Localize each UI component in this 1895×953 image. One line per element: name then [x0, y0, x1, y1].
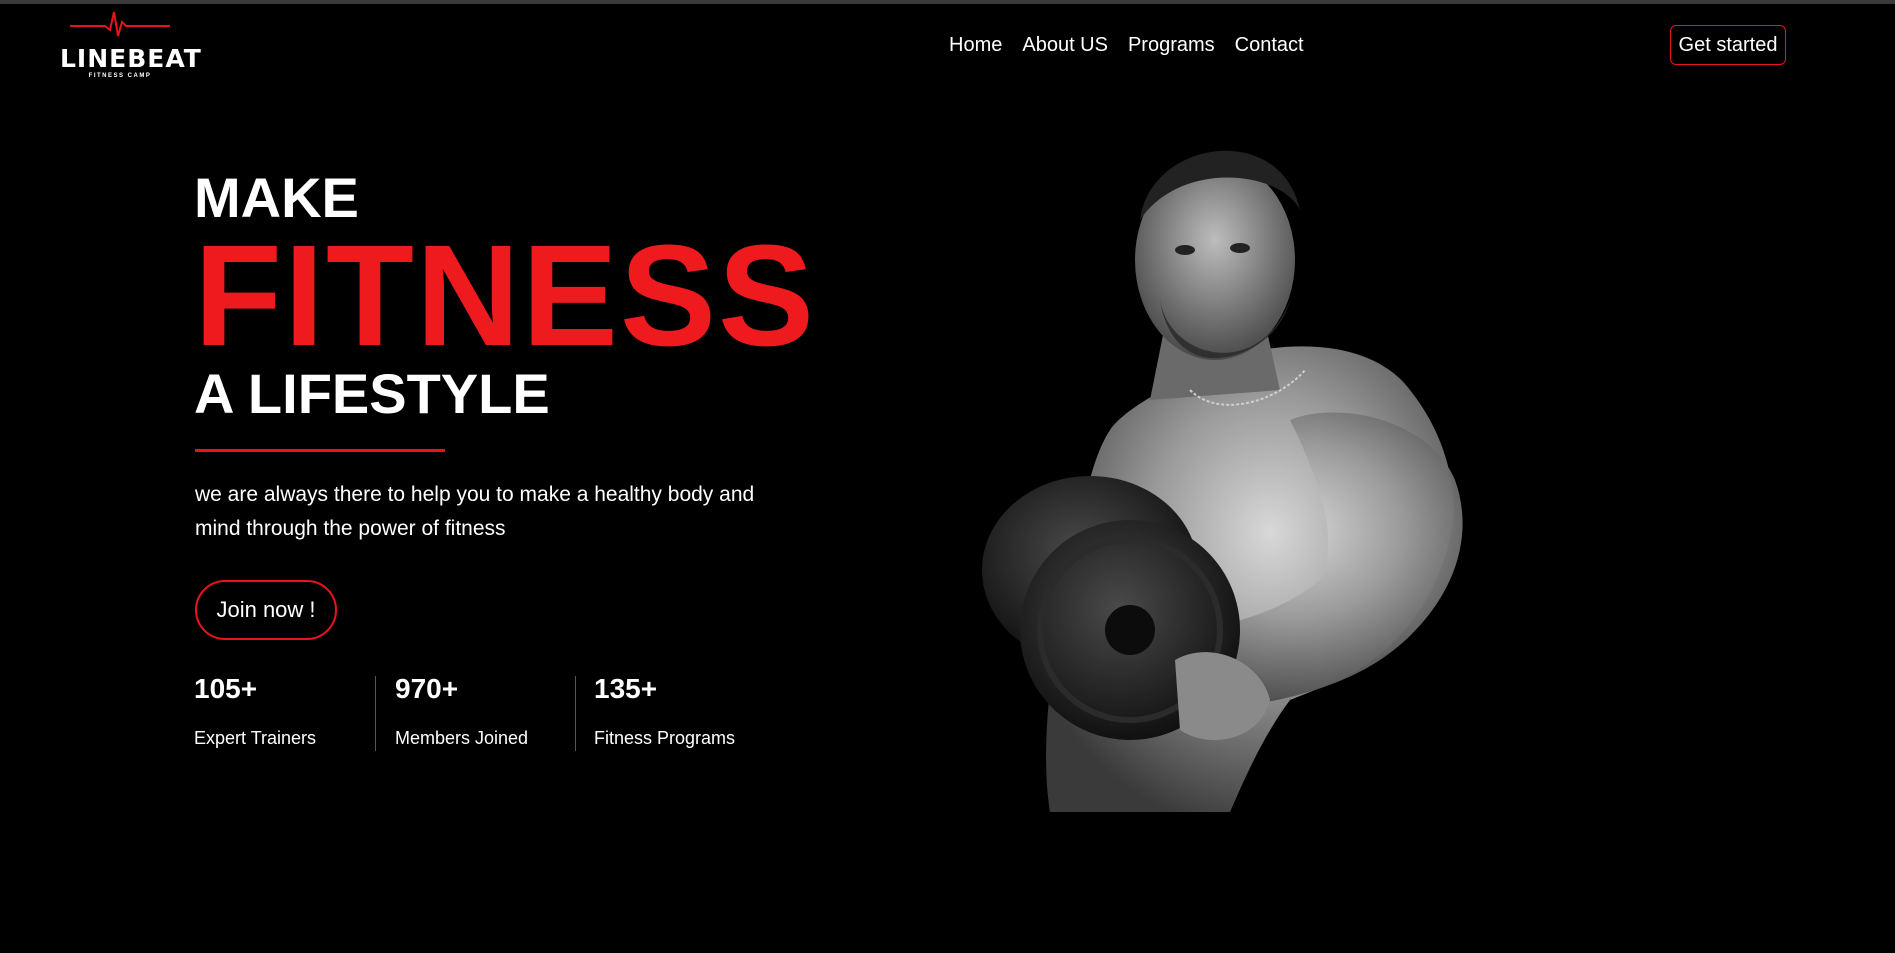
hero-heading-highlight: FITNESS [194, 215, 817, 376]
hero-description: we are always there to help you to make … [195, 483, 755, 540]
stat-members: 970+ Members Joined [395, 672, 528, 749]
brand-logo[interactable]: LINEBEAT FITNESS CAMP [60, 8, 202, 86]
nav-about-us[interactable]: About US [1022, 34, 1108, 57]
main-nav: Home About US Programs Contact [949, 34, 1304, 57]
join-now-button[interactable]: Join now ! [195, 580, 337, 640]
stat-label: Members Joined [395, 728, 529, 748]
get-started-button[interactable]: Get started [1670, 25, 1786, 65]
nav-programs[interactable]: Programs [1128, 34, 1215, 57]
browser-top-edge [0, 0, 1895, 4]
hero-divider [195, 449, 445, 452]
stat-divider [575, 676, 576, 751]
stat-programs: 135+ Fitness Programs [594, 672, 735, 749]
hero-heading-line3: A LIFESTYLE [194, 362, 550, 425]
stat-label: Expert Trainers [194, 728, 317, 748]
bodybuilder-with-dumbbell-photo [982, 150, 1463, 812]
nav-contact[interactable]: Contact [1235, 34, 1304, 57]
stat-divider [375, 676, 376, 751]
logo-brand-text: LINEBEAT [60, 44, 202, 73]
stat-number: 105+ [194, 673, 258, 704]
logo-tagline: FITNESS CAMP [88, 73, 152, 79]
stat-trainers: 105+ Expert Trainers [194, 672, 316, 749]
nav-home[interactable]: Home [949, 34, 1002, 57]
stat-label: Fitness Programs [594, 728, 736, 748]
heartbeat-line-icon [70, 11, 170, 37]
stat-number: 135+ [594, 673, 658, 704]
stat-number: 970+ [395, 673, 459, 704]
